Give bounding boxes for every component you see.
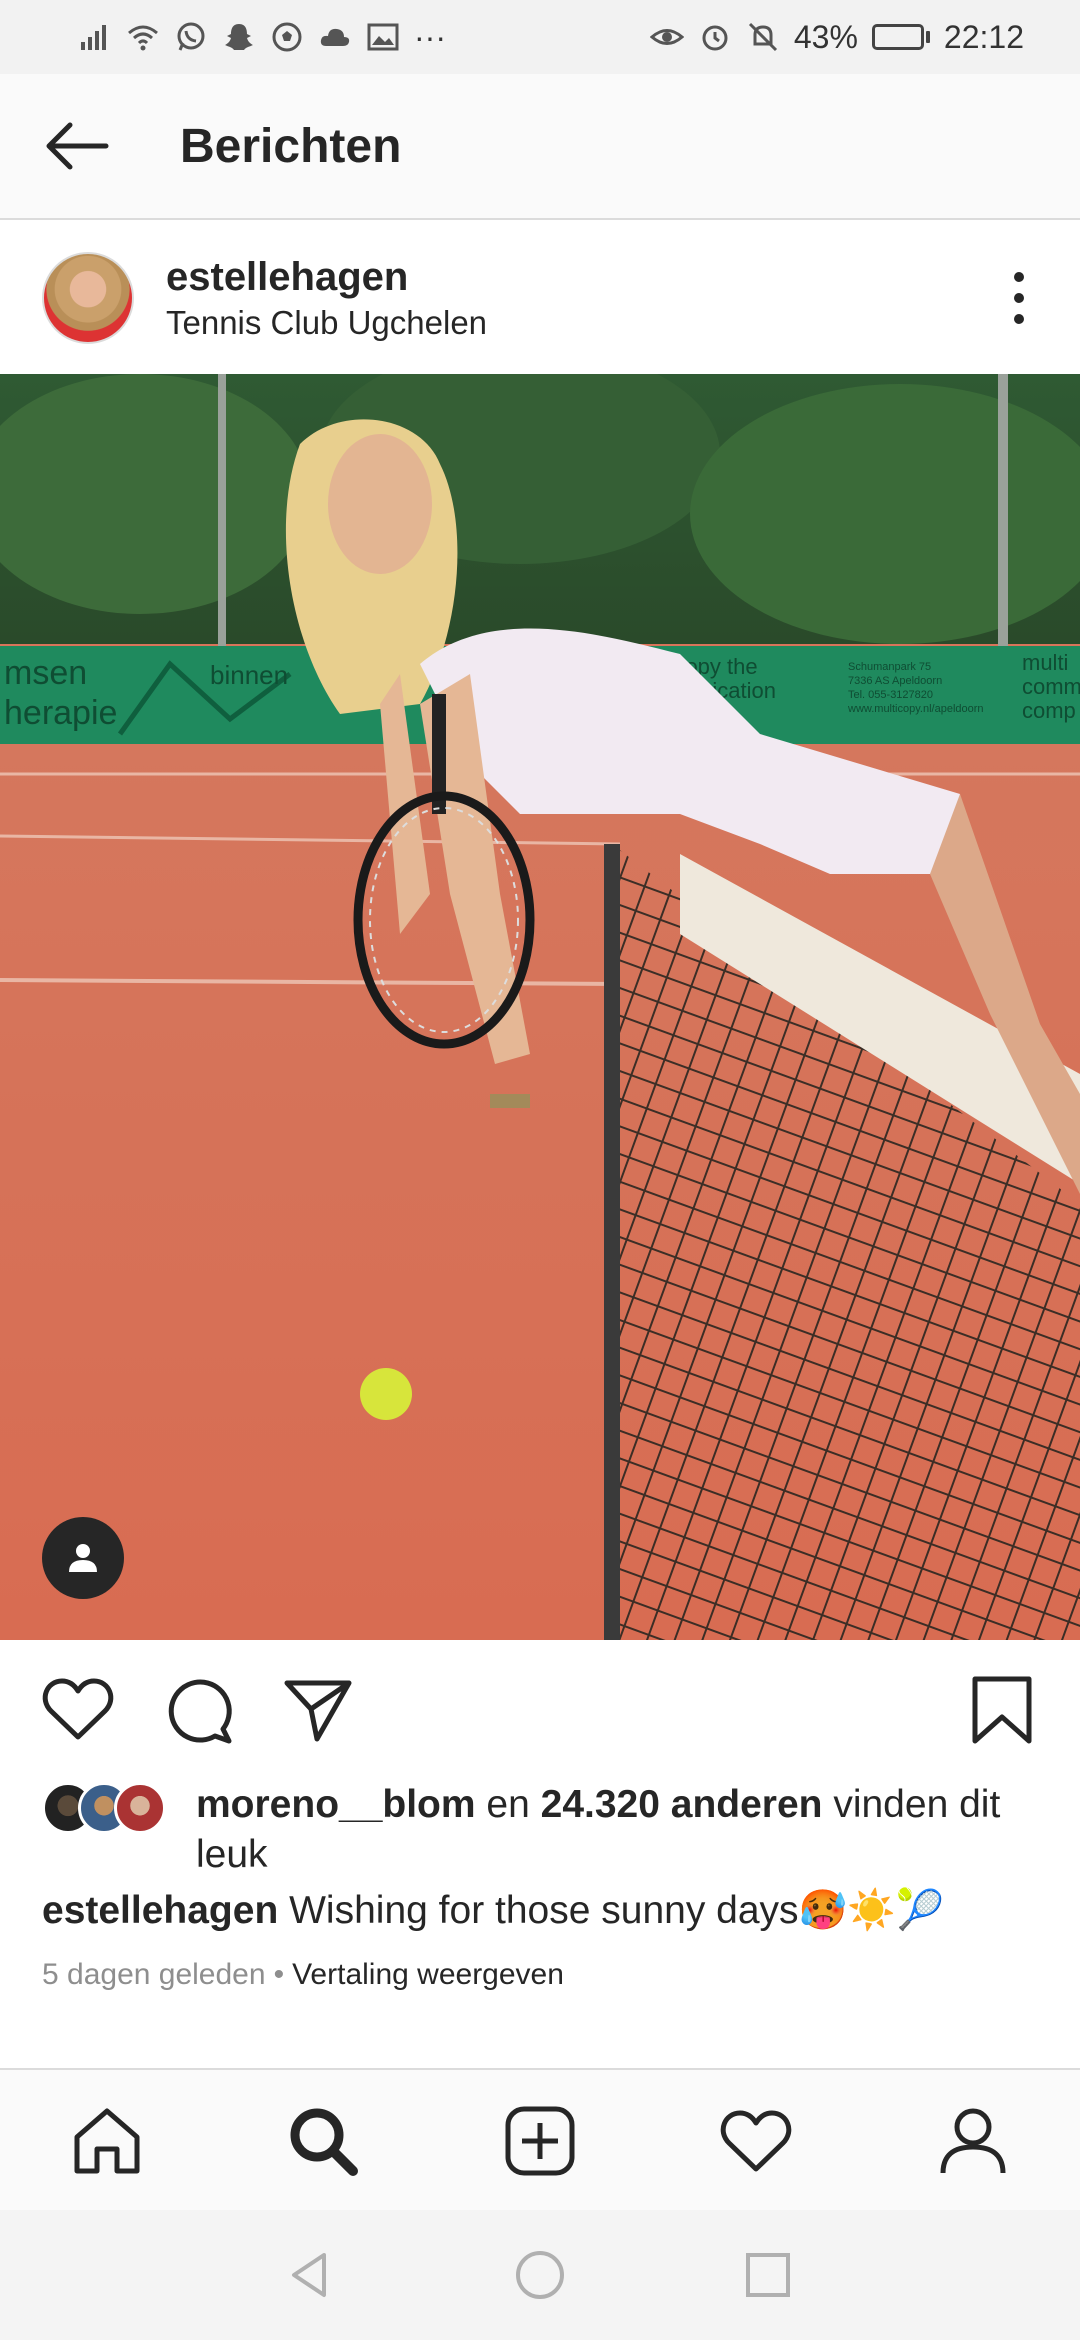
comment-button[interactable] xyxy=(158,1670,238,1750)
app-header: Berichten xyxy=(0,74,1080,220)
clock: 22:12 xyxy=(943,18,1024,55)
status-bar: ··· 43% 22:12 xyxy=(0,0,1080,74)
post-timestamp: 5 dagen geleden xyxy=(42,1958,266,1991)
likes-count[interactable]: 24.320 anderen xyxy=(541,1783,823,1826)
home-icon xyxy=(74,2108,140,2174)
page-title: Berichten xyxy=(180,119,402,173)
post-location[interactable]: Tennis Club Ugchelen xyxy=(166,304,487,342)
system-nav-bar xyxy=(0,2210,1080,2340)
alarm-icon xyxy=(698,20,732,54)
banner-text: binnen xyxy=(210,660,288,690)
nav-search[interactable] xyxy=(280,2098,366,2184)
signal-icon xyxy=(78,20,112,54)
wifi-icon xyxy=(126,20,160,54)
nav-home[interactable] xyxy=(64,2098,150,2184)
add-post-icon xyxy=(505,2106,575,2176)
bookmark-icon xyxy=(972,1676,1032,1744)
system-home-button[interactable] xyxy=(508,2243,572,2307)
whatsapp-icon xyxy=(174,20,208,54)
bell-off-icon xyxy=(746,20,780,54)
search-icon xyxy=(290,2108,358,2176)
likes-row[interactable]: moreno__blom en 24.320 anderen vinden di… xyxy=(42,1780,1052,1880)
eye-icon xyxy=(649,20,684,54)
cloud-icon xyxy=(318,20,352,54)
battery-percent: 43% xyxy=(793,18,858,55)
system-recents-button[interactable] xyxy=(736,2243,800,2307)
back-button[interactable] xyxy=(22,91,132,201)
post-user-info: estellehagen Tennis Club Ugchelen xyxy=(166,255,487,342)
banner-text: Tel. 055-3127820 xyxy=(848,689,933,701)
more-dot-icon xyxy=(1014,314,1024,324)
banner-text: herapie xyxy=(4,694,117,732)
more-dot-icon xyxy=(1014,293,1024,303)
banner-text: comm xyxy=(1022,674,1080,699)
post-meta: 5 dagen geleden • Vertaling weergeven xyxy=(42,1958,564,1992)
banner-text: multi xyxy=(1022,650,1068,675)
nav-new-post[interactable] xyxy=(497,2098,583,2184)
bottom-nav xyxy=(0,2068,1080,2210)
liker-username[interactable]: moreno__blom xyxy=(196,1783,476,1826)
circle-home-icon xyxy=(516,2251,564,2299)
send-icon xyxy=(284,1680,352,1742)
snapchat-icon xyxy=(222,20,256,54)
banner-text: msen xyxy=(4,654,87,692)
tennis-photo-image: msen binnen herapie multicopy the commun… xyxy=(0,374,1080,1640)
share-button[interactable] xyxy=(278,1670,358,1750)
post-photo[interactable]: msen binnen herapie multicopy the commun… xyxy=(0,374,1080,1640)
square-recents-icon xyxy=(746,2253,790,2297)
like-button[interactable] xyxy=(38,1670,118,1750)
likes-connector: en xyxy=(486,1783,530,1826)
banner-text: Schumanpark 75 xyxy=(848,661,931,673)
back-arrow-icon xyxy=(46,122,109,170)
more-notifications-icon: ··· xyxy=(414,18,446,55)
post-header: estellehagen Tennis Club Ugchelen xyxy=(0,222,1080,374)
save-button[interactable] xyxy=(962,1670,1042,1750)
heart-icon xyxy=(720,2110,792,2172)
action-bar xyxy=(0,1640,1080,1778)
soccer-icon xyxy=(270,20,304,54)
meta-separator: • xyxy=(273,1958,285,1991)
battery-icon xyxy=(871,24,930,50)
banner-text: comp xyxy=(1022,698,1076,723)
profile-icon xyxy=(940,2108,1006,2174)
system-back-button[interactable] xyxy=(278,2243,342,2307)
heart-icon xyxy=(42,1678,114,1740)
status-right: 43% 22:12 xyxy=(649,18,1024,56)
caption-text: Wishing for those sunny days🥵☀️🎾 xyxy=(289,1889,945,1932)
gallery-icon xyxy=(366,20,400,54)
status-left: ··· xyxy=(78,19,446,56)
post-username[interactable]: estellehagen xyxy=(166,255,487,300)
more-options-button[interactable] xyxy=(994,258,1044,338)
banner-text: 7336 AS Apeldoorn xyxy=(848,675,942,687)
translate-link[interactable]: Vertaling weergeven xyxy=(292,1958,564,1992)
caption: estellehagen Wishing for those sunny day… xyxy=(42,1886,1052,1936)
banner-text: www.multicopy.nl/apeldoorn xyxy=(847,703,984,715)
tag-people-button[interactable] xyxy=(42,1517,124,1599)
more-dot-icon xyxy=(1014,272,1024,282)
nav-profile[interactable] xyxy=(930,2098,1016,2184)
triangle-back-icon xyxy=(292,2253,326,2297)
nav-activity[interactable] xyxy=(713,2098,799,2184)
caption-username[interactable]: estellehagen xyxy=(42,1889,278,1932)
likes-text: moreno__blom en 24.320 anderen vinden di… xyxy=(196,1780,1052,1880)
comment-icon xyxy=(168,1679,232,1744)
liker-avatar xyxy=(114,1782,166,1834)
avatar[interactable] xyxy=(42,252,134,344)
liker-avatars xyxy=(42,1782,166,1834)
person-icon xyxy=(69,1544,97,1572)
